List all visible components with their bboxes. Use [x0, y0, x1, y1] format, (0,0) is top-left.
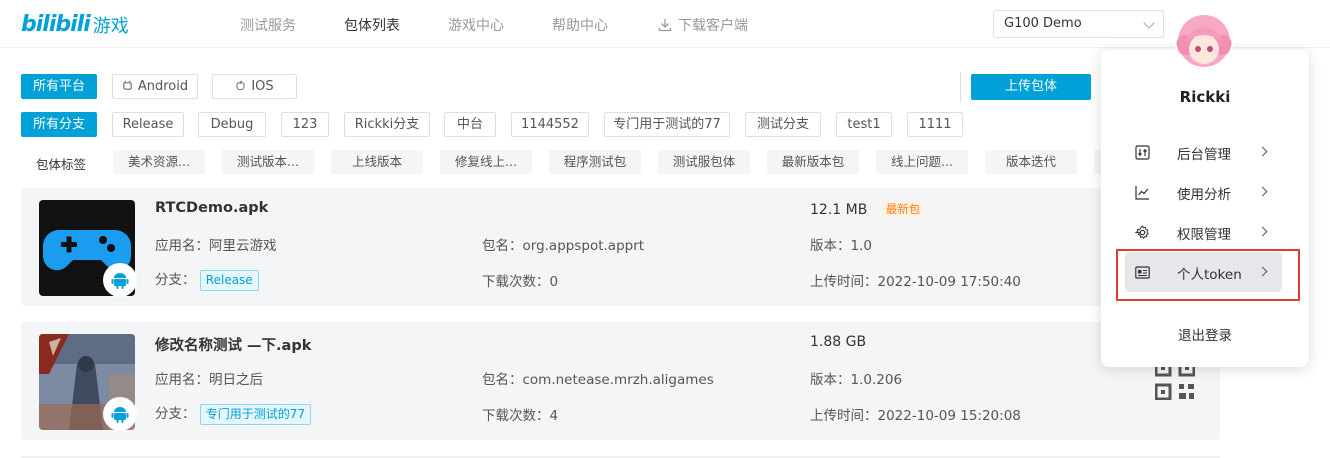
branch-badge: 专门用于测试的77 — [199, 404, 312, 425]
username: Rickki — [1179, 88, 1231, 106]
tag-item[interactable]: 上线版本 — [331, 150, 423, 174]
package-name[interactable]: 修改名称测试 —下.apk — [155, 334, 311, 355]
package-app-name: 应用名：明日之后 — [155, 372, 263, 388]
package-upload-time: 上传时间：2022-10-09 15:20:08 — [810, 408, 1021, 424]
tag-item[interactable]: 程序测试包 — [549, 150, 641, 174]
package-size: 12.1 MB — [810, 202, 868, 218]
package-card[interactable]: RTCDemo.apk 应用名：阿里云游戏 包名：org.appspot.app… — [21, 188, 1220, 306]
platform-android[interactable]: Android — [112, 74, 198, 99]
logo-text: bilibili — [21, 11, 91, 37]
branch-all[interactable]: 所有分支 — [21, 112, 97, 137]
nav-package-list[interactable]: 包体列表 — [344, 15, 400, 35]
branch-debug[interactable]: Debug — [198, 112, 266, 137]
package-version: 版本：1.0 — [810, 238, 872, 254]
user-avatar[interactable] — [1174, 9, 1234, 69]
package-upload-time: 上传时间：2022-10-09 17:50:40 — [810, 274, 1021, 290]
logout-button[interactable]: 退出登录 — [1101, 324, 1309, 344]
package-size-row: 12.1 MB 最新包 — [810, 200, 925, 218]
branch-1144552[interactable]: 1144552 — [511, 112, 589, 137]
nav-game-center[interactable]: 游戏中心 — [448, 15, 504, 35]
sliders-icon — [1135, 145, 1150, 160]
platform-all[interactable]: 所有平台 — [21, 74, 97, 99]
package-card[interactable]: 修改名称测试 —下.apk 应用名：明日之后 包名：com.netease.mr… — [21, 322, 1220, 440]
menu-item-permissions[interactable]: 权限管理 — [1125, 212, 1282, 252]
package-id: 包名：org.appspot.apprt — [482, 238, 645, 254]
tags-label: 包体标签 — [36, 157, 87, 172]
platform-ios[interactable]: IOS — [212, 74, 297, 99]
platform-android-label: Android — [137, 79, 189, 94]
chevron-down-icon — [1143, 17, 1155, 29]
logo-suffix: 游戏 — [92, 16, 129, 37]
tag-item[interactable]: 测试服包体 — [658, 150, 750, 174]
package-version: 版本：1.0.206 — [810, 372, 903, 388]
branch-label: 分支： — [155, 272, 196, 288]
branch-badge: Release — [199, 270, 259, 291]
package-branch-row: 分支： 专门用于测试的77 — [155, 402, 312, 425]
project-select-value: G100 Demo — [1004, 16, 1082, 31]
branch-test1[interactable]: test1 — [836, 112, 892, 137]
menu-item-label: 使用分析 — [1177, 187, 1231, 203]
tag-item[interactable]: 修复线上... — [440, 150, 532, 174]
menu-item-analytics[interactable]: 使用分析 — [1125, 172, 1282, 212]
branch-label: 分支： — [155, 406, 196, 422]
gear-icon — [1135, 225, 1149, 240]
download-icon — [658, 19, 672, 32]
branch-rickki[interactable]: Rickki分支 — [344, 112, 430, 137]
branch-release[interactable]: Release — [112, 112, 184, 137]
chevron-right-icon — [1257, 186, 1268, 197]
divider — [960, 72, 961, 102]
highlight-box — [1116, 249, 1300, 301]
user-menu-dropdown: Rickki 后台管理 使用分析 权限管理 个人token 退出登录 — [1101, 50, 1309, 367]
nav-download-label: 下载客户端 — [678, 18, 748, 34]
package-size: 1.88 GB — [810, 334, 867, 350]
branch-zhongtai[interactable]: 中台 — [444, 112, 496, 137]
package-branch-row: 分支： Release — [155, 268, 259, 291]
branch-test-77[interactable]: 专门用于测试的77 — [604, 112, 730, 137]
branch-123[interactable]: 123 — [281, 112, 329, 137]
latest-badge: 最新包 — [881, 200, 925, 218]
tag-item[interactable]: 美术资源... — [113, 150, 205, 174]
branch-test[interactable]: 测试分支 — [745, 112, 821, 137]
chevron-right-icon — [1257, 146, 1268, 157]
apple-icon — [236, 80, 245, 91]
tag-item[interactable]: 线上问题... — [876, 150, 968, 174]
upload-package-button[interactable]: 上传包体 — [971, 74, 1091, 100]
android-icon — [123, 80, 132, 90]
top-header: bilibili 游戏 测试服务 包体列表 游戏中心 帮助中心 下载客户端 G1… — [0, 0, 1330, 48]
menu-item-label: 权限管理 — [1177, 227, 1231, 243]
chevron-right-icon — [1257, 226, 1268, 237]
nav-help-center[interactable]: 帮助中心 — [552, 15, 608, 35]
package-name[interactable]: RTCDemo.apk — [155, 200, 268, 216]
package-downloads: 下载次数：0 — [482, 274, 559, 290]
package-app-name: 应用名：阿里云游戏 — [155, 238, 277, 254]
bilibili-game-logo[interactable]: bilibili 游戏 — [21, 10, 129, 38]
menu-item-label: 后台管理 — [1177, 147, 1231, 163]
tag-item[interactable]: 最新版本包 — [767, 150, 859, 174]
nav-test-service[interactable]: 测试服务 — [240, 15, 296, 35]
tag-item[interactable]: 测试版本... — [222, 150, 314, 174]
branch-1111[interactable]: 1111 — [907, 112, 963, 137]
platform-ios-label: IOS — [251, 79, 274, 94]
android-icon — [111, 273, 129, 289]
android-platform-badge — [103, 397, 137, 431]
project-select[interactable]: G100 Demo — [993, 10, 1164, 38]
tag-item[interactable]: 版本迭代 — [985, 150, 1077, 174]
package-id: 包名：com.netease.mrzh.aligames — [482, 372, 714, 388]
nav-download-client[interactable]: 下载客户端 — [658, 15, 748, 35]
package-downloads: 下载次数：4 — [482, 408, 559, 424]
chart-icon — [1135, 186, 1149, 200]
menu-item-admin[interactable]: 后台管理 — [1125, 132, 1282, 172]
avatar-image — [1176, 11, 1232, 67]
android-platform-badge — [103, 263, 137, 297]
android-icon — [111, 407, 129, 423]
